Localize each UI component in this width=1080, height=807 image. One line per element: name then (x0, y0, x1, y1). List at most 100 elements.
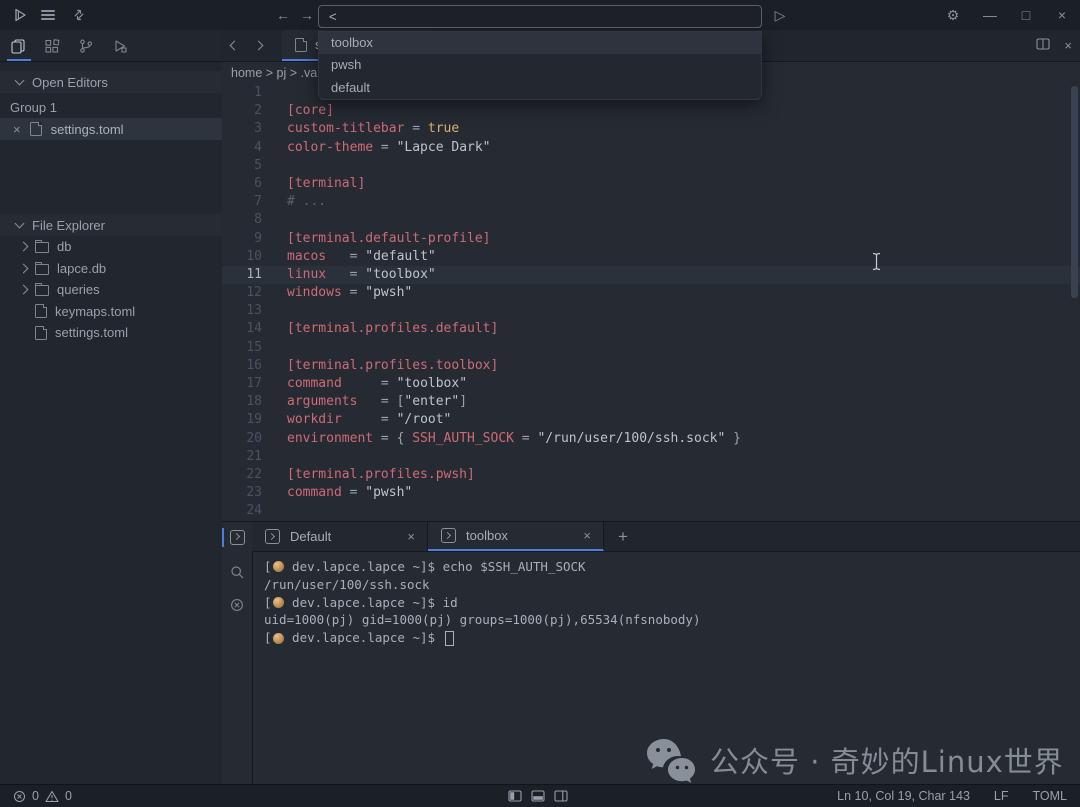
code-line[interactable]: 2[core] (222, 102, 1080, 120)
settings-gear-icon[interactable]: ⚙ (940, 0, 966, 30)
terminal-tab-Default[interactable]: Default× (252, 522, 428, 551)
sidebar: Open Editors Group 1 × settings.toml Fil… (0, 30, 223, 785)
palette-item-pwsh[interactable]: pwsh (319, 54, 761, 76)
editor-group-label: Group 1 (0, 97, 222, 118)
open-editors-title: Open Editors (32, 75, 108, 90)
terminal-panel-icon[interactable] (229, 529, 245, 545)
nav-forward-icon[interactable] (246, 30, 270, 61)
toggle-left-panel-icon[interactable] (508, 790, 522, 802)
code-line[interactable]: 21 (222, 448, 1080, 466)
error-count: 0 (32, 789, 39, 803)
code-line[interactable]: 22[terminal.profiles.pwsh] (222, 466, 1080, 484)
search-panel-icon[interactable] (229, 564, 245, 580)
language-mode[interactable]: TOML (1033, 789, 1068, 803)
line-number: 7 (222, 193, 262, 211)
file-explorer-header[interactable]: File Explorer (0, 214, 222, 236)
toggle-bottom-panel-icon[interactable] (531, 790, 545, 802)
source-control-icon[interactable] (77, 37, 94, 54)
terminal-tab-bar: Default×toolbox× + (252, 522, 1080, 552)
run-button[interactable]: ▷ (768, 0, 792, 30)
maximize-button[interactable]: □ (1012, 0, 1040, 30)
editor-scrollbar[interactable] (1071, 86, 1078, 298)
minimize-button[interactable]: — (976, 0, 1004, 30)
warning-count-icon (45, 790, 59, 803)
code-line[interactable]: 17command = "toolbox" (222, 375, 1080, 393)
code-line[interactable]: 23command = "pwsh" (222, 484, 1080, 502)
code-line[interactable]: 11linux = "toolbox" (222, 266, 1080, 284)
back-button[interactable]: ← (272, 0, 294, 30)
terminal-tab-toolbox[interactable]: toolbox× (428, 522, 604, 551)
chevron-down-icon (15, 219, 25, 229)
file-icon (35, 326, 47, 340)
nav-back-icon[interactable] (222, 30, 246, 61)
close-icon[interactable]: × (583, 528, 591, 543)
explorer-item-lapce.db[interactable]: lapce.db (0, 258, 222, 280)
plugins-icon[interactable] (43, 37, 60, 54)
code-line[interactable]: 4color-theme = "Lapce Dark" (222, 139, 1080, 157)
line-number: 15 (222, 339, 262, 357)
palette-item-toolbox[interactable]: toolbox (319, 32, 761, 54)
code-line[interactable]: 18arguments = ["enter"] (222, 393, 1080, 411)
wechat-icon (645, 737, 697, 783)
terminal-line: [ dev.lapce.lapce ~]$ (264, 629, 1080, 647)
folder-icon (35, 242, 49, 253)
close-icon[interactable]: × (407, 529, 415, 544)
code-text: workdir = "/root" (287, 411, 451, 429)
code-line[interactable]: 9[terminal.default-profile] (222, 230, 1080, 248)
code-line[interactable]: 13 (222, 302, 1080, 320)
palette-item-default[interactable]: default (319, 77, 761, 99)
code-line[interactable]: 7# ... (222, 193, 1080, 211)
line-number: 20 (222, 430, 262, 448)
editor-area: settings.toml × home > pj > .va 12[core]… (222, 30, 1080, 521)
cursor-position[interactable]: Ln 10, Col 19, Char 143 (837, 789, 970, 803)
debug-icon[interactable] (111, 37, 128, 54)
explorer-item-keymaps.toml[interactable]: keymaps.toml (0, 301, 222, 323)
close-icon[interactable]: × (13, 123, 21, 136)
code-text: environment = { SSH_AUTH_SOCK = "/run/us… (287, 430, 741, 448)
line-number: 1 (222, 84, 262, 102)
split-editor-icon[interactable] (1036, 37, 1050, 55)
open-editor-item-settings-toml[interactable]: × settings.toml (0, 118, 222, 140)
explorer-item-queries[interactable]: queries (0, 279, 222, 301)
code-line[interactable]: 15 (222, 339, 1080, 357)
menu-icon[interactable] (36, 0, 60, 30)
code-text: [core] (287, 102, 334, 120)
code-line[interactable]: 24 (222, 502, 1080, 520)
close-window-button[interactable]: × (1048, 0, 1076, 30)
line-number: 17 (222, 375, 262, 393)
new-terminal-button[interactable]: + (604, 522, 642, 551)
line-ending[interactable]: LF (994, 789, 1009, 803)
line-number: 11 (222, 266, 262, 284)
explorer-item-settings.toml[interactable]: settings.toml (0, 322, 222, 344)
remote-connection-icon[interactable] (68, 0, 90, 30)
file-explorer-icon[interactable] (9, 37, 26, 54)
file-icon (35, 304, 47, 318)
code-line[interactable]: 8 (222, 211, 1080, 229)
code-line[interactable]: 5 (222, 157, 1080, 175)
folder-icon (35, 264, 49, 275)
code-line[interactable]: 14[terminal.profiles.default] (222, 320, 1080, 338)
open-editors-header[interactable]: Open Editors (0, 71, 222, 93)
code-line[interactable]: 16[terminal.profiles.toolbox] (222, 357, 1080, 375)
explorer-item-db[interactable]: db (0, 236, 222, 258)
code-text: [terminal.default-profile] (287, 230, 491, 248)
forward-button[interactable]: → (296, 0, 318, 30)
code-text: command = "pwsh" (287, 484, 412, 502)
terminal-output-text: uid=1000(pj) gid=1000(pj) groups=1000(pj… (264, 611, 701, 629)
code-text: windows = "pwsh" (287, 284, 412, 302)
code-line[interactable]: 10macos = "default" (222, 248, 1080, 266)
problems-status[interactable]: 0 0 (0, 789, 72, 803)
code-text: custom-titlebar = true (287, 120, 459, 138)
palette-input[interactable] (318, 5, 762, 28)
toggle-right-panel-icon[interactable] (554, 790, 568, 802)
code-line[interactable]: 3custom-titlebar = true (222, 120, 1080, 138)
line-number: 16 (222, 357, 262, 375)
problems-panel-icon[interactable] (229, 597, 245, 613)
terminal-line: [ dev.lapce.lapce ~]$ id (264, 594, 1080, 612)
code-line[interactable]: 6[terminal] (222, 175, 1080, 193)
close-editor-icon[interactable]: × (1064, 39, 1072, 52)
code-editor[interactable]: 12[core]3custom-titlebar = true4color-th… (222, 84, 1080, 521)
code-line[interactable]: 20 environment = { SSH_AUTH_SOCK = "/run/… (222, 430, 1080, 448)
code-line[interactable]: 19workdir = "/root" (222, 411, 1080, 429)
code-line[interactable]: 12windows = "pwsh" (222, 284, 1080, 302)
